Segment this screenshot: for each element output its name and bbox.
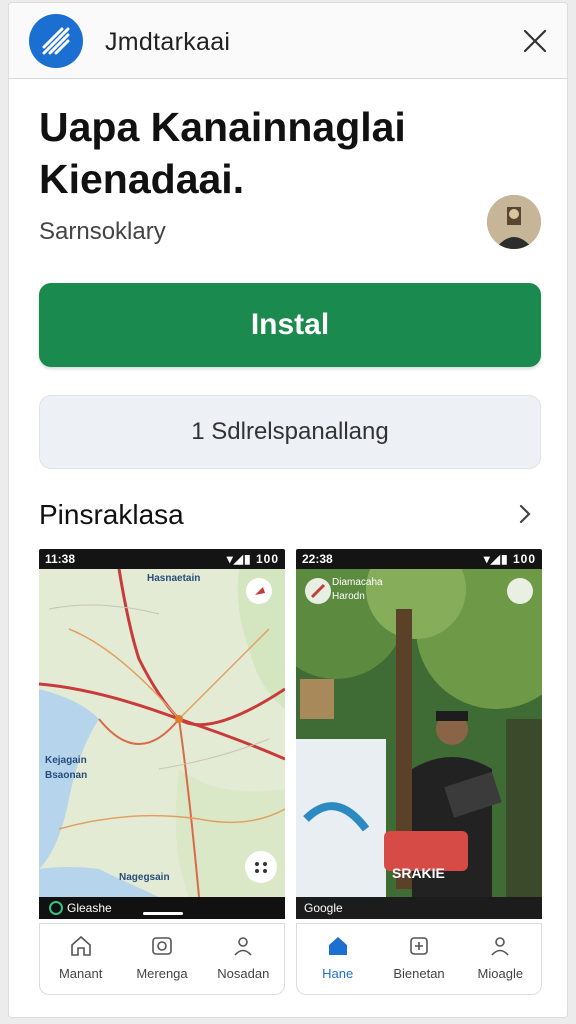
status-icons: ▾◢▮ 100 [483, 552, 536, 566]
nav-item-home[interactable]: Hane [297, 924, 378, 994]
nav-label: Merenga [136, 966, 188, 981]
bottom-nav: Manant Merenga Nosadan [39, 923, 285, 995]
map-label: Nagegsain [119, 872, 170, 883]
banner-text: SRAKIE [392, 865, 445, 881]
map-label: Bsaonan [45, 770, 88, 781]
nav-item-profile[interactable]: Nosadan [203, 924, 284, 994]
developer-name[interactable]: Sarnsoklary [39, 218, 166, 246]
chevron-right-icon[interactable] [515, 501, 535, 527]
app-logo-icon [29, 14, 83, 68]
add-box-icon [410, 937, 428, 955]
screenshots-section-title: Pinsraklasa [39, 499, 184, 530]
install-button[interactable]: Instal [39, 283, 541, 367]
nav-label: Manant [58, 966, 103, 981]
map-label: Kejagain [45, 755, 87, 766]
nav-label: Bienetan [393, 966, 445, 981]
topbar-app-name: Jmdtarkaai [105, 28, 231, 56]
overlay-subtitle: Harodn [332, 591, 365, 602]
map-label: Hasnaetain [147, 573, 201, 584]
home-icon [328, 937, 347, 955]
status-time: 22:38 [302, 552, 333, 566]
install-sheet: Jmdtarkaai Uapa Kanainnaglai Kienadaai. … [8, 2, 568, 1018]
map-view[interactable]: Hasnaetain Kejagain Bsaonan Nagegsain [39, 568, 285, 898]
nav-label: Hane [322, 966, 354, 981]
nav-item-profile[interactable]: Mioagle [460, 924, 541, 994]
secondary-action-button[interactable]: 1 Sdlrelspanallang [39, 395, 541, 469]
close-icon [523, 29, 547, 53]
person-icon [491, 937, 509, 956]
photo-view[interactable]: Diamacaha Harodn SRAKIE [296, 549, 542, 897]
status-bar: 22:38 ▾◢▮ 100 [296, 549, 542, 569]
logo-icon [49, 901, 63, 915]
google-label: Google [304, 901, 343, 915]
nav-item-home[interactable]: Manant [40, 924, 121, 994]
person-icon [234, 937, 252, 956]
status-icons: ▾◢▮ 100 [226, 552, 279, 566]
camera-icon [152, 937, 172, 955]
photo-footer: Google [296, 897, 542, 919]
top-bar: Jmdtarkaai [9, 3, 567, 79]
overlay-title: Diamacaha [332, 577, 383, 588]
map-footer-label: Gleashe [67, 901, 112, 915]
home-icon [70, 935, 91, 956]
bottom-nav: Hane Bienetan Mioagle [296, 923, 542, 995]
developer-avatar[interactable] [487, 195, 541, 249]
status-bar: 11:38 ▾◢▮ 100 [39, 549, 285, 569]
app-title: Uapa Kanainnaglai Kienadaai. [39, 104, 406, 202]
map-footer: Gleashe [39, 897, 285, 919]
status-time: 11:38 [45, 552, 76, 566]
screenshot-map[interactable]: 11:38 ▾◢▮ 100 Hasnaetain Kejagain Bsaona… [39, 549, 285, 995]
nav-label: Mioagle [477, 966, 524, 981]
home-indicator [143, 912, 183, 915]
screenshot-photo[interactable]: 22:38 ▾◢▮ 100 Diamacaha Harodn SRAKIE Go… [296, 549, 542, 995]
nav-item-camera[interactable]: Merenga [121, 924, 202, 994]
nav-label: Nosadan [217, 966, 270, 981]
close-button[interactable] [519, 25, 551, 57]
nav-item-plus[interactable]: Bienetan [378, 924, 459, 994]
